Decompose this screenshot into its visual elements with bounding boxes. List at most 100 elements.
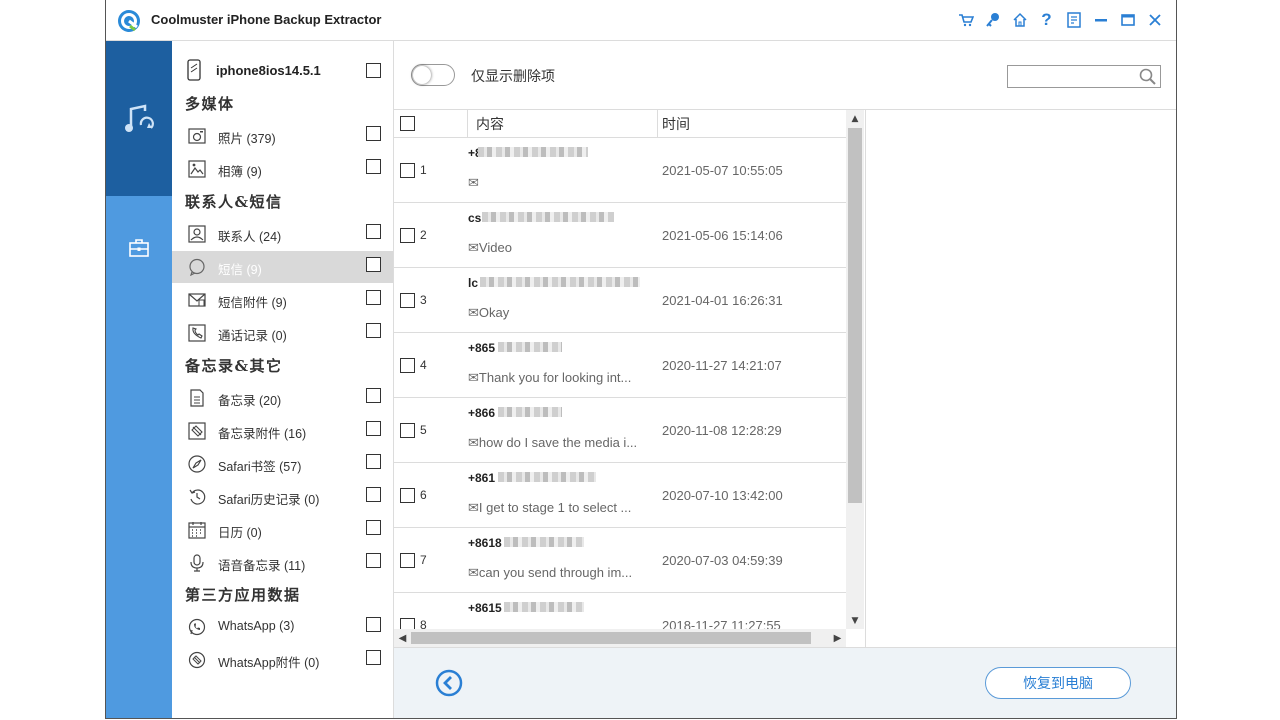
table-row[interactable]: 6 +861 ✉I get to stage 1 to select ... 2…: [394, 463, 846, 528]
back-button[interactable]: [433, 667, 465, 699]
table-row[interactable]: 4 +865 ✉Thank you for looking int... 202…: [394, 333, 846, 398]
category-notes[interactable]: 备忘录 (20): [172, 382, 393, 414]
redacted-sender: [482, 212, 614, 222]
message-table: 内容 时间 1 +8 ✉ 2021-05-07 10:55:05 2 cs ✉V…: [394, 110, 866, 647]
category-checkbox[interactable]: [366, 421, 381, 436]
search-icon[interactable]: [1139, 68, 1157, 86]
category-checkbox[interactable]: [366, 257, 381, 272]
home-icon[interactable]: [1006, 8, 1033, 32]
search-input[interactable]: [1007, 65, 1161, 88]
table-row[interactable]: 2 cs ✉Video 2021-05-06 15:14:06: [394, 203, 846, 268]
column-divider: [657, 110, 658, 137]
nav-tab-backup[interactable]: [106, 41, 172, 196]
category-contacts[interactable]: 联系人 (24): [172, 218, 393, 250]
row-time: 2020-11-27 14:21:07: [662, 358, 782, 373]
category-label: WhatsApp (3): [218, 619, 295, 633]
close-icon[interactable]: [1141, 8, 1168, 32]
category-checkbox[interactable]: [366, 323, 381, 338]
toggle-knob: [413, 66, 431, 84]
row-checkbox[interactable]: [400, 618, 415, 629]
category-checkbox[interactable]: [366, 553, 381, 568]
category-call-log[interactable]: 通话记录 (0): [172, 317, 393, 349]
scroll-thumb[interactable]: [411, 632, 811, 644]
row-checkbox[interactable]: [400, 488, 415, 503]
category-checkbox[interactable]: [366, 487, 381, 502]
message-icon: ✉: [468, 370, 479, 385]
category-safari-bookmarks[interactable]: Safari书签 (57): [172, 448, 393, 480]
row-checkbox[interactable]: [400, 553, 415, 568]
vertical-scrollbar[interactable]: ▲ ▼: [846, 110, 864, 629]
category-checkbox[interactable]: [366, 617, 381, 632]
table-row[interactable]: 5 +866 ✉how do I save the media i... 202…: [394, 398, 846, 463]
maximize-icon[interactable]: [1114, 8, 1141, 32]
row-index: 6: [420, 488, 427, 502]
select-all-checkbox[interactable]: [400, 116, 415, 131]
row-checkbox[interactable]: [400, 423, 415, 438]
deleted-only-toggle[interactable]: [411, 64, 455, 86]
category-safari-history[interactable]: Safari历史记录 (0): [172, 481, 393, 513]
row-sender: +865: [468, 341, 496, 355]
redacted-sender: [498, 342, 562, 352]
category-checkbox[interactable]: [366, 388, 381, 403]
device-checkbox[interactable]: [366, 63, 381, 78]
recover-to-computer-button[interactable]: 恢复到电脑: [985, 667, 1131, 699]
category-note-attachments[interactable]: 备忘录附件 (16): [172, 415, 393, 447]
category-checkbox[interactable]: [366, 454, 381, 469]
category-checkbox[interactable]: [366, 650, 381, 665]
category-checkbox[interactable]: [366, 159, 381, 174]
calendar-icon: [188, 522, 206, 539]
category-label: 短信 (9): [218, 263, 262, 277]
table-row[interactable]: 7 +8618 ✉can you send through im... 2020…: [394, 528, 846, 593]
row-index: 2: [420, 228, 427, 242]
scroll-thumb[interactable]: [848, 128, 862, 503]
whatsapp-attachment-icon: [188, 651, 206, 669]
horizontal-scrollbar[interactable]: ◀ ▶: [394, 629, 846, 647]
message-icon: ✉: [468, 500, 479, 515]
camera-icon: [188, 128, 206, 144]
table-row[interactable]: 8 +8615 2018-11-27 11:27:55: [394, 593, 846, 629]
row-checkbox[interactable]: [400, 163, 415, 178]
help-icon[interactable]: ?: [1033, 8, 1060, 32]
row-sender: lc: [468, 276, 479, 290]
category-whatsapp[interactable]: WhatsApp (3): [172, 611, 393, 643]
category-label: 备忘录 (20): [218, 394, 282, 408]
message-icon: [189, 258, 205, 276]
whatsapp-icon: [188, 618, 206, 636]
feedback-icon[interactable]: [1060, 8, 1087, 32]
left-nav: [106, 41, 172, 718]
table-row[interactable]: 3 lc ✉Okay 2021-04-01 16:26:31: [394, 268, 846, 333]
category-checkbox[interactable]: [366, 520, 381, 535]
column-header-time[interactable]: 时间: [662, 114, 690, 134]
row-checkbox[interactable]: [400, 358, 415, 373]
table-row[interactable]: 1 +8 ✉ 2021-05-07 10:55:05: [394, 138, 846, 203]
minimize-icon[interactable]: [1087, 8, 1114, 32]
category-messages[interactable]: 短信 (9): [172, 251, 393, 283]
column-header-content[interactable]: 内容: [476, 114, 504, 134]
redacted-sender: [498, 407, 562, 417]
deleted-only-label: 仅显示删除项: [471, 69, 555, 85]
bottom-bar: 恢复到电脑: [394, 647, 1176, 718]
scroll-left-arrow-icon[interactable]: ◀: [394, 629, 411, 647]
scroll-right-arrow-icon[interactable]: ▶: [829, 629, 846, 647]
scroll-down-arrow-icon[interactable]: ▼: [846, 612, 864, 629]
nav-tab-toolbox[interactable]: [106, 196, 172, 300]
category-whatsapp-attachments[interactable]: WhatsApp附件 (0): [172, 644, 393, 676]
category-checkbox[interactable]: [366, 126, 381, 141]
app-window: Coolmuster iPhone Backup Extractor ? iph…: [105, 0, 1177, 719]
device-name: iphone8ios14.5.1: [216, 63, 321, 78]
row-time: 2018-11-27 11:27:55: [662, 618, 781, 629]
category-checkbox[interactable]: [366, 224, 381, 239]
category-voice-memos[interactable]: 语音备忘录 (11): [172, 547, 393, 579]
category-message-attachments[interactable]: 短信附件 (9): [172, 284, 393, 316]
category-albums[interactable]: 相簿 (9): [172, 153, 393, 185]
cart-icon[interactable]: [952, 8, 979, 32]
phone-icon: [187, 59, 201, 81]
row-index: 5: [420, 423, 427, 437]
scroll-up-arrow-icon[interactable]: ▲: [846, 110, 864, 127]
row-checkbox[interactable]: [400, 228, 415, 243]
key-icon[interactable]: [979, 8, 1006, 32]
category-calendar[interactable]: 日历 (0): [172, 514, 393, 546]
row-checkbox[interactable]: [400, 293, 415, 308]
category-photos[interactable]: 照片 (379): [172, 120, 393, 152]
category-checkbox[interactable]: [366, 290, 381, 305]
